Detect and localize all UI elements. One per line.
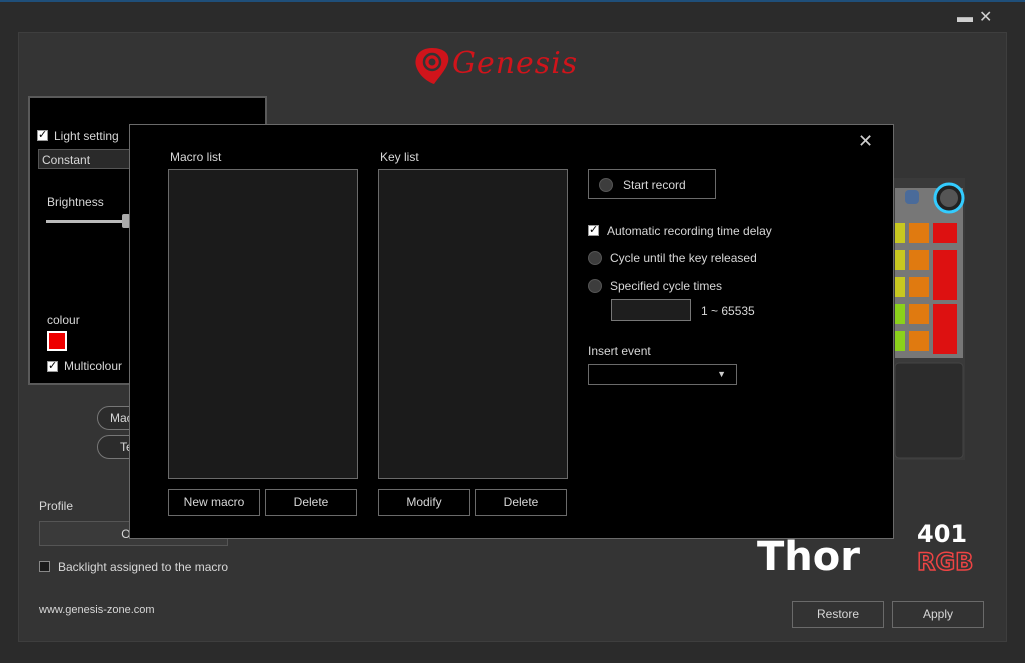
keyboard-preview-image bbox=[893, 178, 965, 460]
product-name-text: Thor bbox=[757, 534, 860, 580]
modify-key-button[interactable]: Modify bbox=[378, 489, 470, 516]
product-suffix-text: RGB bbox=[917, 548, 973, 576]
close-icon[interactable]: ✕ bbox=[979, 10, 992, 26]
profile-label: Profile bbox=[39, 499, 74, 513]
delete-key-button[interactable]: Delete bbox=[475, 489, 567, 516]
colour-label: colour bbox=[47, 313, 80, 327]
apply-button[interactable]: Apply bbox=[892, 601, 984, 628]
macro-list[interactable] bbox=[168, 169, 358, 479]
cycle-range-label: 1 ~ 65535 bbox=[701, 304, 755, 318]
cycle-release-label: Cycle until the key released bbox=[610, 251, 757, 265]
insert-event-label: Insert event bbox=[588, 344, 651, 358]
specified-cycle-label: Specified cycle times bbox=[610, 279, 723, 293]
light-setting-label: Light setting bbox=[54, 129, 119, 143]
specified-cycle-radio[interactable] bbox=[588, 279, 602, 293]
dialog-close-icon[interactable]: ✕ bbox=[858, 131, 873, 152]
macro-list-label: Macro list bbox=[170, 150, 222, 164]
auto-delay-checkbox[interactable] bbox=[588, 223, 599, 236]
brightness-slider-track[interactable] bbox=[46, 220, 131, 223]
multicolour-label: Multicolour bbox=[64, 359, 123, 373]
brand-logo-text: Genesis bbox=[452, 46, 579, 81]
colour-swatch[interactable] bbox=[47, 331, 67, 351]
key-list[interactable] bbox=[378, 169, 568, 479]
light-setting-checkbox[interactable] bbox=[37, 128, 48, 141]
insert-event-select[interactable]: ▼ bbox=[588, 364, 737, 385]
brightness-label: Brightness bbox=[47, 195, 104, 209]
key-list-label: Key list bbox=[380, 150, 419, 164]
record-indicator-icon bbox=[599, 178, 613, 192]
website-link[interactable]: www.genesis-zone.com bbox=[39, 604, 155, 616]
cycle-times-input[interactable] bbox=[611, 299, 691, 321]
chevron-down-icon: ▼ bbox=[717, 369, 726, 379]
window-top-accent bbox=[0, 0, 1025, 2]
minimize-icon[interactable]: ▬ bbox=[957, 10, 973, 26]
delete-macro-button[interactable]: Delete bbox=[265, 489, 357, 516]
restore-button[interactable]: Restore bbox=[792, 601, 884, 628]
light-mode-select[interactable]: Constant bbox=[38, 149, 133, 169]
new-macro-button[interactable]: New macro bbox=[168, 489, 260, 516]
multicolour-checkbox[interactable] bbox=[47, 359, 58, 372]
backlight-macro-label: Backlight assigned to the macro bbox=[58, 560, 229, 574]
product-model-text: 401 bbox=[917, 520, 967, 548]
cycle-release-radio[interactable] bbox=[588, 251, 602, 265]
start-record-label: Start record bbox=[623, 178, 686, 192]
backlight-macro-checkbox[interactable] bbox=[39, 561, 50, 572]
start-record-button[interactable]: Start record bbox=[588, 169, 716, 199]
auto-delay-label: Automatic recording time delay bbox=[607, 224, 772, 238]
